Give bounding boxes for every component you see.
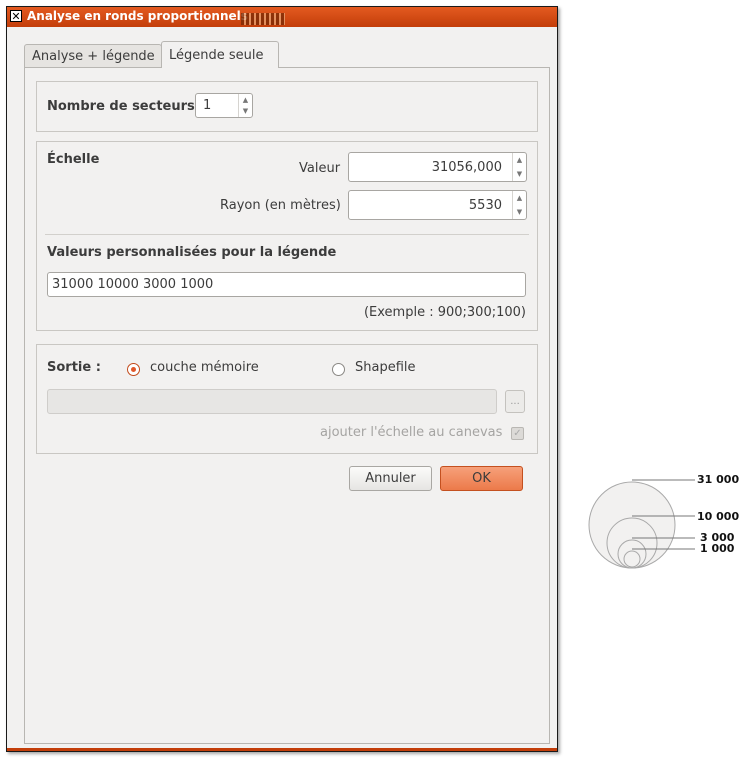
output-label: Sortie : (47, 360, 101, 375)
legend-circles (588, 479, 695, 569)
sectors-spinbox[interactable]: 1 ▲ ▼ (195, 93, 253, 118)
sectors-value: 1 (203, 98, 212, 113)
radius-field: 5530 (468, 197, 502, 213)
close-icon[interactable]: ✕ (10, 10, 22, 23)
shapefile-label[interactable]: Shapefile (355, 360, 416, 375)
title-bar[interactable]: ✕ Analyse en ronds proportionnels (7, 7, 557, 27)
titlebar-grip (241, 13, 285, 25)
spin-arrows-icon[interactable]: ▲ ▼ (512, 153, 526, 181)
tab-analyse-legende[interactable]: Analyse + légende (24, 44, 162, 68)
tab-legende-seule[interactable]: Légende seule (161, 41, 279, 68)
proportional-circles-legend: 31 000 10 000 3 000 1 000 (585, 470, 744, 570)
scale-group: Échelle Valeur 31056,000 ▲ ▼ Rayon (en mè… (36, 141, 538, 331)
custom-values-heading: Valeurs personnalisées pour la légende (47, 245, 337, 260)
ok-button[interactable]: OK (440, 466, 523, 491)
add-scale-label: ajouter l'échelle au canevas (320, 425, 503, 440)
window-bottom-edge (7, 748, 557, 751)
tab-panel: Nombre de secteurs 1 ▲ ▼ Échelle Valeur 3… (24, 67, 550, 744)
radius-spinbox[interactable]: 5530 ▲ ▼ (348, 190, 527, 220)
tab-label: Légende seule (169, 48, 264, 63)
add-scale-checkbox[interactable]: ✓ (511, 427, 524, 440)
value-spinbox[interactable]: 31056,000 ▲ ▼ (348, 152, 527, 182)
ok-label: OK (472, 471, 491, 486)
legend-label-1000: 1 000 (700, 542, 735, 555)
dialog-window: ✕ Analyse en ronds proportionnels Analys… (6, 6, 558, 752)
browse-button[interactable]: ... (505, 390, 525, 413)
radio-memory-layer[interactable] (127, 363, 140, 376)
tab-label: Analyse + légende (32, 49, 155, 64)
legend-label-10000: 10 000 (697, 510, 740, 523)
example-hint: (Exemple : 900;300;100) (363, 305, 526, 320)
sectors-label: Nombre de secteurs (47, 99, 195, 114)
output-group: Sortie : couche mémoire Shapefile ... aj… (36, 344, 538, 454)
value-label: Valeur (299, 161, 341, 176)
spin-arrows-icon[interactable]: ▲ ▼ (512, 191, 526, 219)
circle-1000 (623, 550, 641, 568)
custom-values-text: 31000 10000 3000 1000 (52, 277, 214, 292)
sectors-group: Nombre de secteurs 1 ▲ ▼ (36, 81, 538, 132)
radius-label: Rayon (en mètres) (220, 198, 341, 213)
window-title: Analyse en ronds proportionnels (27, 9, 248, 23)
legend-label-31000: 31 000 (697, 473, 740, 486)
output-path-field[interactable] (47, 389, 497, 414)
cancel-button[interactable]: Annuler (349, 466, 432, 491)
scale-heading: Échelle (47, 152, 100, 167)
value-field: 31056,000 (431, 159, 502, 175)
scale-separator (45, 234, 529, 235)
spin-arrows-icon[interactable]: ▲ ▼ (238, 94, 252, 117)
radio-shapefile[interactable] (332, 363, 345, 376)
cancel-label: Annuler (365, 471, 416, 486)
custom-values-input[interactable]: 31000 10000 3000 1000 (47, 272, 526, 297)
memory-layer-label[interactable]: couche mémoire (150, 360, 259, 375)
